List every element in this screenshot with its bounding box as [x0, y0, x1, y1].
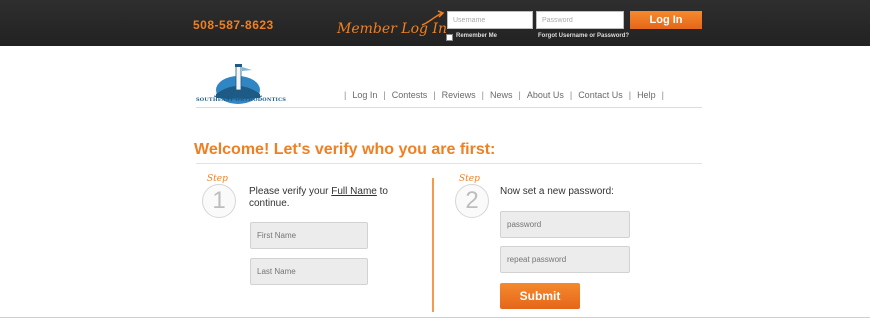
- step-1-label: Step: [207, 174, 228, 184]
- step-1-text-before: Please verify your: [249, 186, 332, 197]
- nav-item-contests[interactable]: Contests: [392, 90, 428, 100]
- nav-item-contact-us[interactable]: Contact Us: [578, 90, 623, 100]
- step-2-number: 2: [455, 184, 489, 218]
- nav-separator: |: [433, 90, 436, 100]
- login-button[interactable]: Log In: [630, 11, 702, 29]
- nav-separator: |: [344, 90, 347, 100]
- top-bar: 508-587-8623 Member Log In Log In Rememb…: [0, 0, 870, 46]
- nav-item-news[interactable]: News: [490, 90, 513, 100]
- phone-number[interactable]: 508-587-8623: [193, 18, 274, 32]
- logo-text: SOUTHEAST ORTHODONTICS: [196, 97, 287, 103]
- page-title: Welcome! Let's verify who you are first:: [194, 141, 496, 158]
- forgot-credentials-link[interactable]: Forgot Username or Password?: [538, 33, 629, 39]
- page-bottom-border: [0, 317, 870, 318]
- heading-divider: [196, 163, 702, 164]
- nav-separator: |: [628, 90, 632, 100]
- nav-separator: |: [481, 90, 484, 100]
- main-nav: | Log In | Contests | Reviews | News | A…: [338, 90, 670, 100]
- step-1-number: 1: [202, 184, 236, 218]
- nav-item-about-us[interactable]: About Us: [527, 90, 564, 100]
- username-input[interactable]: [447, 11, 533, 29]
- step-1-instructions: Please verify your Full Name to continue…: [249, 186, 419, 210]
- password-input[interactable]: [536, 11, 624, 29]
- nav-separator: |: [569, 90, 573, 100]
- remember-me-label: Remember Me: [456, 33, 498, 39]
- nav-separator: |: [661, 90, 664, 100]
- nav-divider: [196, 107, 702, 108]
- repeat-password-input[interactable]: [500, 246, 630, 273]
- remember-me-checkbox[interactable]: [446, 34, 453, 41]
- nav-separator: |: [518, 90, 521, 100]
- new-password-input[interactable]: [500, 211, 630, 238]
- nav-item-help[interactable]: Help: [637, 90, 656, 100]
- steps-divider: [432, 178, 434, 312]
- nav-item-reviews[interactable]: Reviews: [442, 90, 476, 100]
- step-2-instructions: Now set a new password:: [500, 186, 614, 197]
- first-name-input[interactable]: [250, 222, 368, 249]
- step-2-label: Step: [459, 174, 480, 184]
- submit-button[interactable]: Submit: [500, 283, 580, 309]
- full-name-link[interactable]: Full Name: [331, 186, 377, 197]
- nav-separator: |: [383, 90, 386, 100]
- last-name-input[interactable]: [250, 258, 368, 285]
- nav-item-log-in[interactable]: Log In: [352, 90, 377, 100]
- swoosh-arrow-icon: [421, 10, 445, 26]
